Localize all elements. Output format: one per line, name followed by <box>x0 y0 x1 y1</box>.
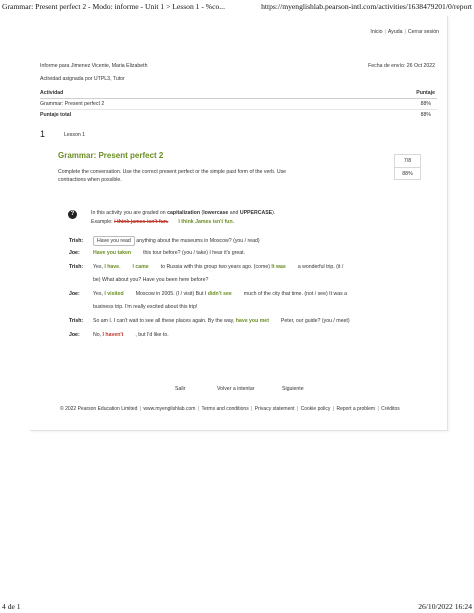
answer-7: I didn't see <box>204 291 232 297</box>
question-title: Grammar: Present perfect 2 <box>58 151 164 160</box>
credits-link[interactable]: Créditos <box>381 406 400 412</box>
site-link[interactable]: www.myenglishlab.com <box>143 406 195 412</box>
cookie-link[interactable]: Cookie policy <box>301 406 331 412</box>
dialogue-line-4b: business trip. I'm really excited about … <box>93 304 198 310</box>
dialogue-line-3: Trish: Yes, I have. I came to Russia with t… <box>69 264 343 270</box>
total-score-value: 88% <box>420 112 431 118</box>
assigned-by: Actividad asignada por UTPL3, Tutor <box>40 76 125 82</box>
dialogue-text: this tour before? (you / take) I hear it… <box>143 250 245 256</box>
lesson-number: 1 <box>40 129 46 139</box>
dialogue-line-2: Joe: Have you taken this tour before? (you… <box>69 250 245 256</box>
dialogue-line-4: Joe: Yes, I visited Moscow in 2005. (I / v… <box>69 291 347 297</box>
nav-next: Siguiente <box>282 386 304 392</box>
question-score-box: 7/8 88% <box>394 154 421 180</box>
print-header-title: Grammar: Present perfect 2 - Modo: infor… <box>2 2 225 11</box>
note-capitalization: capitalization <box>167 210 201 216</box>
next-link[interactable]: Siguiente <box>282 386 304 392</box>
note-uppercase: UPPERCASE <box>239 210 273 216</box>
example-label: Example: <box>91 219 115 225</box>
dialogue-text: Moscow in 2005. (I / visit) But <box>135 291 205 297</box>
speaker-label: Joe: <box>69 332 80 338</box>
table-row-activity: Grammar: Present perfect 2 <box>40 101 105 107</box>
dialogue-text: Peter, our guide? (you / meet) <box>280 318 350 324</box>
dialogue-text: much of the city that time. (not / see) … <box>243 291 347 297</box>
instructions-line-2: contractions when possible. <box>58 177 122 183</box>
dialogue-text: , but I'd like to. <box>135 332 169 338</box>
exit-link[interactable]: Salir <box>175 386 185 392</box>
speaker-label: Trish: <box>69 238 84 244</box>
question-mark-icon: ? <box>68 210 77 219</box>
dialogue-text: No, <box>93 332 103 338</box>
retry-link[interactable]: Volver a intentar <box>217 386 255 392</box>
home-link[interactable]: Inicio <box>370 29 382 35</box>
dialogue-line-6: Joe: No, I haven't , but I'd like to. <box>69 332 169 338</box>
example-wrong: i think james isn't fun. <box>114 219 169 225</box>
answer-6: I visited <box>104 291 124 297</box>
note-text-and: and <box>228 210 240 216</box>
nav-exit: Salir <box>175 386 185 392</box>
print-footer-datetime: 26/10/2022 16:24 <box>418 602 472 611</box>
privacy-link[interactable]: Privacy statement <box>255 406 295 412</box>
score-percent: 88% <box>395 167 420 180</box>
example-right: I think James isn't fun. <box>178 219 235 225</box>
score-fraction: 7/8 <box>403 158 412 164</box>
grading-note: In this activity you are graded on capit… <box>91 210 275 216</box>
nav-retry: Volver a intentar <box>217 386 255 392</box>
answer-5: It was <box>271 264 286 270</box>
answer-3: I have. <box>104 264 121 270</box>
dialogue-text: Yes, <box>93 264 105 270</box>
lesson-label: Lesson 1 <box>64 132 86 138</box>
speaker-label: Joe: <box>69 250 80 256</box>
answer-2: Have you taken <box>93 250 132 256</box>
table-header-divider <box>40 98 437 99</box>
dialogue-text: a wonderful trip. (it / <box>297 264 344 270</box>
grading-example: Example: i think james isn't fun. I think… <box>91 219 234 225</box>
dialogue-text: anything about the museums in Moscow? (y… <box>136 238 260 244</box>
page-footer: © 2022 Pearson Education Limited | www.m… <box>60 406 400 412</box>
top-links: Inicio | Ayuda | Cerrar sesión <box>370 29 439 35</box>
dialogue-text: Yes, <box>93 291 105 297</box>
total-score-label: Puntaje total <box>40 112 72 118</box>
instructions-line-1: Complete the conversation. Use the corre… <box>58 169 287 175</box>
speaker-label: Trish: <box>69 264 84 270</box>
print-header-url: https://myenglishlab.pearson-intl.com/ac… <box>261 2 472 11</box>
speaker-label: Trish: <box>69 318 84 324</box>
dialogue-text: to Russia with this group two years ago.… <box>160 264 272 270</box>
answer-9-incorrect: I haven't <box>102 332 124 338</box>
table-header-score: Puntaje <box>416 90 435 96</box>
report-problem-link[interactable]: Report a problem <box>336 406 375 412</box>
note-text-pre: In this activity you are graded on <box>91 210 168 216</box>
note-text-end: ). <box>272 210 276 216</box>
dialogue-line-3b: be) What about you? Have you been here b… <box>93 277 209 283</box>
answer-4: I came <box>132 264 149 270</box>
table-row-divider <box>40 109 437 110</box>
sent-date: Fecha de envío: 26 Oct 2022 <box>368 63 435 69</box>
terms-link[interactable]: Terms and conditions <box>201 406 248 412</box>
print-header: Grammar: Present perfect 2 - Modo: infor… <box>0 0 474 14</box>
answer-input-1[interactable]: Have you read <box>93 236 135 246</box>
table-row-score: 88% <box>420 101 431 107</box>
table-header-activity: Actividad <box>40 90 64 96</box>
answer-8: have you met <box>235 318 269 324</box>
speaker-label: Joe: <box>69 291 80 297</box>
note-lowercase: lowercase <box>203 210 229 216</box>
copyright-text: © 2022 Pearson Education Limited <box>60 406 138 412</box>
report-card: Inicio | Ayuda | Cerrar sesión Informe para … <box>30 16 448 431</box>
print-footer: 4 de 1 26/10/2022 16:24 <box>0 599 474 613</box>
dialogue-line-1: Trish: Have you read anything about the m… <box>69 236 260 246</box>
dialogue-line-5: Trish: So am I. I can't wait to see all t… <box>69 318 350 324</box>
report-for-label: Informe para Jimenez Vicente, Maria Eliz… <box>40 63 148 69</box>
help-link[interactable]: Ayuda <box>388 29 403 35</box>
dialogue-text: So am I. I can't wait to see all these p… <box>93 318 236 324</box>
logout-link[interactable]: Cerrar sesión <box>408 29 439 35</box>
print-footer-page: 4 de 1 <box>2 602 21 611</box>
